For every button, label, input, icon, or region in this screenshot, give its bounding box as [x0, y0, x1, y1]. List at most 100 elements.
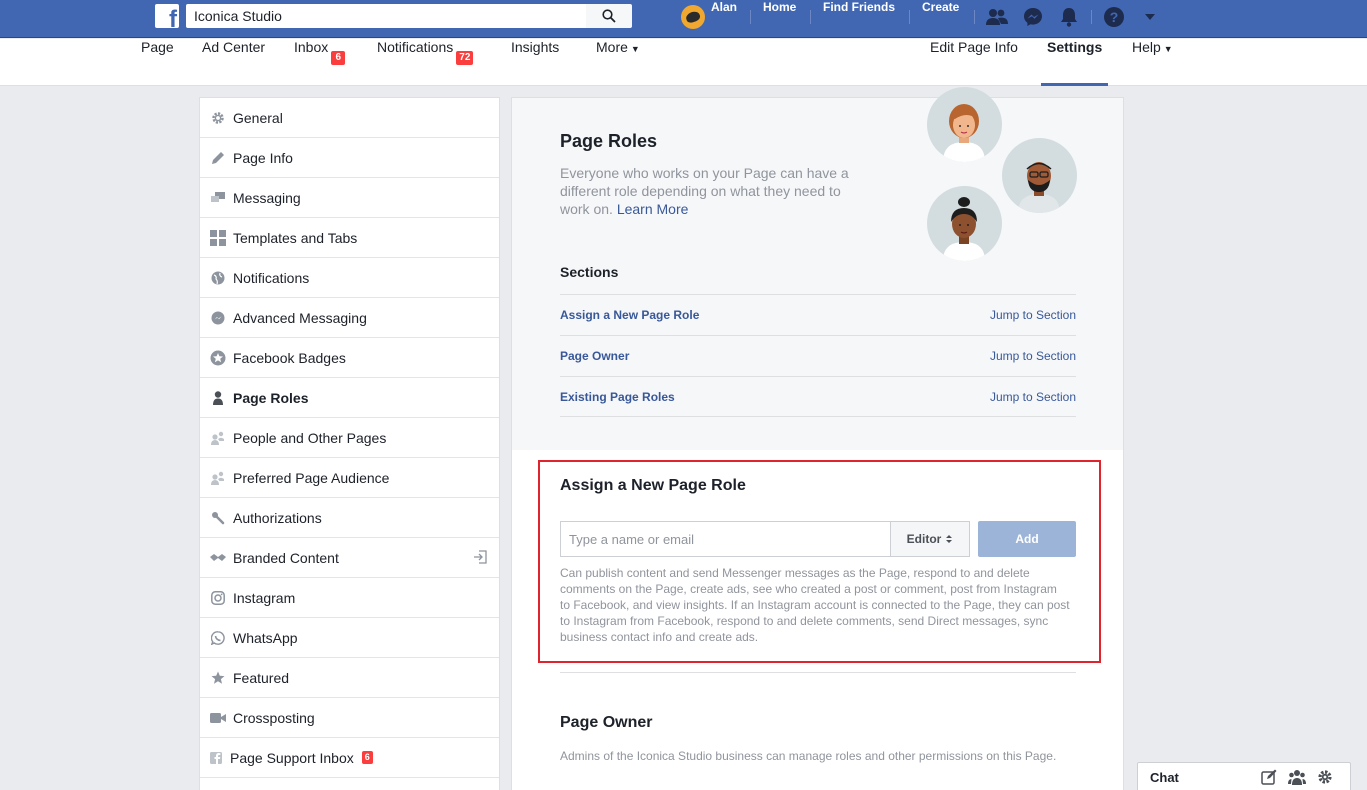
create-group-icon[interactable]: [1288, 768, 1306, 786]
tab-insights[interactable]: Insights: [511, 39, 559, 86]
jump-link-owner[interactable]: Jump to Section: [990, 349, 1076, 363]
sidebar-item-page-roles[interactable]: Page Roles: [200, 378, 499, 418]
whatsapp-icon: [210, 630, 226, 646]
search-input[interactable]: [186, 4, 586, 28]
learn-more-link[interactable]: Learn More: [617, 201, 689, 217]
section-row-assign: Assign a New Page Role Jump to Section: [560, 294, 1076, 335]
friend-requests-icon[interactable]: [986, 6, 1008, 28]
page-owner-description: Admins of the Iconica Studio business ca…: [560, 749, 1057, 763]
page-title: Page Roles: [560, 131, 658, 151]
avatar-illustration-man: [1002, 138, 1077, 213]
tab-more[interactable]: More ▼: [596, 39, 640, 86]
page-navigation: Page Ad Center Inbox6 Notifications72 In…: [0, 39, 1367, 86]
notifications-badge: 72: [456, 51, 474, 65]
sidebar-item-label: Preferred Page Audience: [233, 469, 390, 486]
divider: [810, 10, 811, 24]
person-icon: [210, 390, 226, 406]
tab-ad-center[interactable]: Ad Center: [202, 39, 265, 86]
user-avatar[interactable]: [681, 5, 705, 29]
sidebar-item-branded-content[interactable]: Branded Content: [200, 538, 499, 578]
sidebar-item-label: Advanced Messaging: [233, 309, 367, 326]
help-icon[interactable]: ?: [1103, 6, 1125, 28]
sidebar-item-page-support-inbox[interactable]: Page Support Inbox 6: [200, 738, 499, 778]
tab-help[interactable]: Help ▼: [1132, 39, 1173, 86]
page-owner-heading: Page Owner: [560, 714, 653, 731]
sidebar-item-featured[interactable]: Featured: [200, 658, 499, 698]
top-bar: f Alan Home Find Friends Create ?: [0, 0, 1367, 38]
tab-notifications[interactable]: Notifications72: [377, 39, 474, 86]
sidebar-item-messaging[interactable]: Messaging: [200, 178, 499, 218]
tab-more-label: More: [596, 39, 628, 55]
divider: [909, 10, 910, 24]
sidebar-item-whatsapp[interactable]: WhatsApp: [200, 618, 499, 658]
jump-link-existing[interactable]: Jump to Section: [990, 390, 1076, 404]
home-link[interactable]: Home: [763, 0, 796, 34]
avatar-illustration-woman-bun: [927, 186, 1002, 261]
sidebar-item-crossposting[interactable]: Crossposting: [200, 698, 499, 738]
gear-icon: [210, 110, 226, 126]
tab-notifications-label: Notifications: [377, 39, 454, 55]
sidebar-item-label: Page Support Inbox: [230, 749, 354, 766]
sidebar-item-people-other-pages[interactable]: People and Other Pages: [200, 418, 499, 458]
account-menu-icon[interactable]: [1139, 6, 1161, 28]
find-friends-link[interactable]: Find Friends: [823, 0, 895, 34]
settings-sidebar: General Page Info Messaging Templates an…: [199, 97, 500, 790]
new-message-icon[interactable]: [1260, 768, 1278, 786]
video-camera-icon: [210, 710, 226, 726]
divider: [974, 10, 975, 24]
chat-bar[interactable]: Chat: [1137, 762, 1351, 790]
svg-text:?: ?: [1110, 9, 1119, 25]
add-button[interactable]: Add: [978, 521, 1076, 557]
badge-icon: [210, 350, 226, 366]
facebook-logo-icon[interactable]: f: [155, 4, 179, 28]
chat-label: Chat: [1150, 770, 1179, 785]
search-button[interactable]: [586, 4, 632, 28]
create-link[interactable]: Create: [922, 0, 959, 34]
star-icon: [210, 670, 226, 686]
sidebar-item-label: WhatsApp: [233, 629, 298, 646]
section-row-existing: Existing Page Roles Jump to Section: [560, 376, 1076, 417]
name-email-input[interactable]: [560, 521, 891, 557]
sidebar-item-instagram[interactable]: Instagram: [200, 578, 499, 618]
messenger-icon[interactable]: [1022, 6, 1044, 28]
sidebar-item-label: Templates and Tabs: [233, 229, 358, 246]
tab-inbox[interactable]: Inbox6: [294, 39, 346, 86]
sidebar-item-general[interactable]: General: [200, 98, 499, 138]
sidebar-item-label: Page Info: [233, 149, 293, 166]
notifications-bell-icon[interactable]: [1058, 6, 1080, 28]
messenger-icon: [210, 310, 226, 326]
chat-settings-gear-icon[interactable]: [1316, 768, 1334, 786]
sidebar-item-notifications[interactable]: Notifications: [200, 258, 499, 298]
sidebar-item-authorizations[interactable]: Authorizations: [200, 498, 499, 538]
tab-page[interactable]: Page: [141, 39, 174, 86]
page-roles-panel: Page Roles Everyone who works on your Pa…: [511, 87, 1124, 790]
sidebar-item-facebook-badges[interactable]: Facebook Badges: [200, 338, 499, 378]
sidebar-item-page-info[interactable]: Page Info: [200, 138, 499, 178]
tab-edit-page-info[interactable]: Edit Page Info: [930, 39, 1018, 86]
tab-settings[interactable]: Settings: [1041, 39, 1109, 86]
sidebar-item-label: Facebook Badges: [233, 349, 346, 366]
external-link-icon[interactable]: [473, 550, 487, 567]
sort-arrows-icon: [946, 535, 953, 543]
inbox-badge: 6: [331, 51, 346, 65]
sidebar-item-label: Messaging: [233, 189, 301, 206]
sidebar-item-templates-tabs[interactable]: Templates and Tabs: [200, 218, 499, 258]
tab-inbox-label: Inbox: [294, 39, 329, 55]
divider: [750, 10, 751, 24]
sidebar-item-preferred-page-audience[interactable]: Preferred Page Audience: [200, 458, 499, 498]
sidebar-item-label: Page Roles: [233, 389, 309, 406]
section-row-owner: Page Owner Jump to Section: [560, 335, 1076, 376]
role-select[interactable]: Editor: [890, 521, 970, 557]
tab-help-label: Help: [1132, 39, 1161, 55]
section-link-owner[interactable]: Page Owner: [560, 349, 629, 363]
sidebar-item-advanced-messaging[interactable]: Advanced Messaging: [200, 298, 499, 338]
instagram-icon: [210, 590, 226, 606]
caret-down-icon: ▼: [1163, 44, 1173, 54]
caret-down-icon: ▼: [630, 44, 640, 54]
jump-link-assign[interactable]: Jump to Section: [990, 308, 1076, 322]
section-link-existing[interactable]: Existing Page Roles: [560, 390, 675, 404]
profile-link[interactable]: Alan: [711, 0, 737, 34]
sections-heading: Sections: [560, 264, 619, 280]
sidebar-item-label: Branded Content: [233, 549, 339, 566]
section-link-assign[interactable]: Assign a New Page Role: [560, 308, 699, 322]
